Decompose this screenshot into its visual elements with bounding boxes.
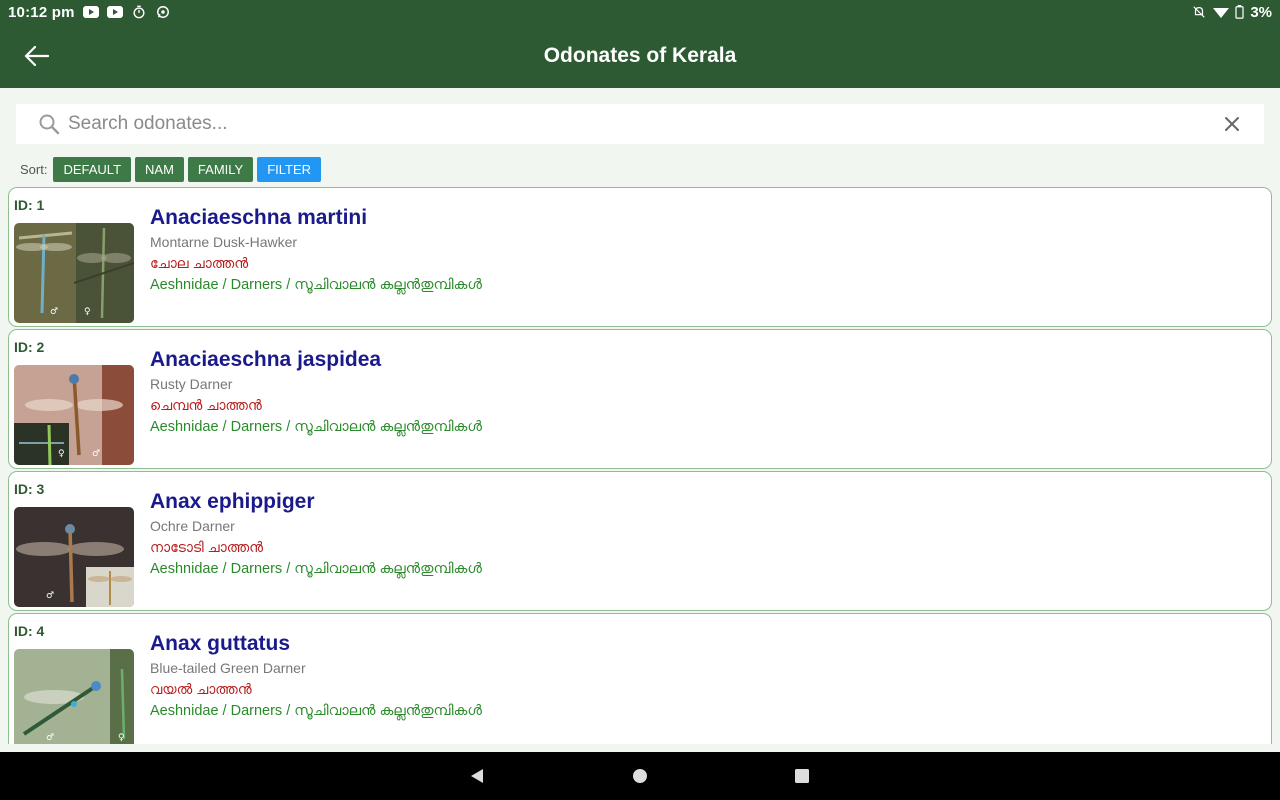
svg-text:♂: ♂ bbox=[46, 733, 54, 743]
youtube-icon bbox=[106, 6, 123, 18]
family-name: Aeshnidae / Darners / സൂചിവാലൻ കല്ലൻതുമ്… bbox=[150, 561, 482, 577]
whatsapp-icon bbox=[156, 6, 169, 18]
family-name: Aeshnidae / Darners / സൂചിവാലൻ കല്ലൻതുമ്… bbox=[150, 419, 482, 435]
back-button[interactable] bbox=[20, 42, 52, 70]
common-name: Blue-tailed Green Darner bbox=[150, 660, 306, 676]
species-id: ID: 3 bbox=[14, 481, 45, 497]
sort-label: Sort: bbox=[20, 162, 48, 177]
scientific-name: Anax ephippiger bbox=[150, 490, 315, 513]
nav-recents-button[interactable] bbox=[792, 766, 812, 786]
app-bar: Odonates of Kerala bbox=[0, 24, 1280, 88]
svg-text:♂: ♂ bbox=[92, 449, 100, 459]
family-name: Aeshnidae / Darners / സൂചിവാലൻ കല്ലൻതുമ്… bbox=[150, 703, 482, 719]
timer-icon bbox=[133, 5, 145, 19]
species-list[interactable]: ID: 1 ♂ ♀ Anaciaeschna martini Montarne … bbox=[8, 187, 1272, 744]
species-id: ID: 2 bbox=[14, 339, 45, 355]
svg-text:♀: ♀ bbox=[58, 449, 65, 459]
species-info: Anaciaeschna jaspidea Rusty Darner ചെമ്പ… bbox=[150, 346, 482, 437]
battery-icon bbox=[1235, 5, 1244, 19]
species-card[interactable]: ID: 4 ♂ ♀ Anax guttatus Blue-tailed Gree… bbox=[8, 613, 1272, 744]
malayalam-name: നാടോടി ചാത്തൻ bbox=[150, 539, 264, 555]
close-icon[interactable] bbox=[1222, 114, 1242, 134]
wifi-icon bbox=[1213, 8, 1230, 18]
scientific-name: Anaciaeschna martini bbox=[150, 206, 368, 229]
scientific-name: Anaciaeschna jaspidea bbox=[150, 348, 382, 371]
home-circle-icon bbox=[633, 769, 647, 783]
nav-back-button[interactable] bbox=[467, 766, 487, 786]
filter-button[interactable]: FILTER bbox=[257, 157, 322, 182]
species-id: ID: 4 bbox=[14, 623, 45, 639]
status-time: 10:12 pm bbox=[8, 3, 75, 21]
sort-family-button[interactable]: FAMILY bbox=[187, 157, 254, 182]
back-triangle-icon bbox=[471, 769, 483, 783]
search-icon bbox=[39, 114, 60, 135]
sort-row: Sort: DEFAULT NAM FAMILY FILTER bbox=[20, 157, 322, 182]
svg-text:♀: ♀ bbox=[118, 733, 125, 743]
arrow-left-icon bbox=[24, 45, 49, 67]
species-thumbnail: ♂ ♀ bbox=[14, 649, 134, 744]
svg-text:♂: ♂ bbox=[46, 591, 54, 601]
species-info: Anax ephippiger Ochre Darner നാടോടി ചാത്… bbox=[150, 488, 482, 579]
sort-name-button[interactable]: NAM bbox=[135, 157, 184, 182]
species-thumbnail: ♀ ♂ bbox=[14, 365, 134, 465]
common-name: Rusty Darner bbox=[150, 376, 233, 392]
sort-default-button[interactable]: DEFAULT bbox=[53, 157, 132, 182]
common-name: Montarne Dusk-Hawker bbox=[150, 234, 298, 250]
search-bar bbox=[16, 104, 1264, 144]
system-nav-bar bbox=[0, 752, 1280, 800]
species-card[interactable]: ID: 1 ♂ ♀ Anaciaeschna martini Montarne … bbox=[8, 187, 1272, 327]
youtube-icon bbox=[82, 6, 99, 18]
common-name: Ochre Darner bbox=[150, 518, 235, 534]
battery-level: 3% bbox=[1250, 3, 1272, 21]
family-name: Aeshnidae / Darners / സൂചിവാലൻ കല്ലൻതുമ്… bbox=[150, 277, 482, 293]
page-title: Odonates of Kerala bbox=[543, 44, 737, 67]
species-thumbnail: ♂ ♀ bbox=[14, 223, 134, 323]
nav-home-button[interactable] bbox=[630, 766, 650, 786]
notifications-off-icon bbox=[1193, 6, 1205, 18]
species-info: Anaciaeschna martini Montarne Dusk-Hawke… bbox=[150, 204, 482, 295]
malayalam-name: വയൽ ചാത്തൻ bbox=[150, 681, 252, 697]
search-input[interactable] bbox=[68, 113, 1222, 135]
svg-text:♂: ♂ bbox=[50, 307, 58, 317]
scientific-name: Anax guttatus bbox=[150, 632, 291, 655]
species-thumbnail: ♂ bbox=[14, 507, 134, 607]
species-card[interactable]: ID: 2 ♀ ♂ Anaciaeschna jaspidea Rusty Da… bbox=[8, 329, 1272, 469]
species-id: ID: 1 bbox=[14, 197, 45, 213]
status-bar: 10:12 pm 3% bbox=[0, 0, 1280, 24]
svg-text:♀: ♀ bbox=[84, 307, 91, 317]
malayalam-name: ചോല ചാത്തൻ bbox=[150, 255, 249, 271]
species-card[interactable]: ID: 3 ♂ Anax ephippiger Ochre Darner നാട… bbox=[8, 471, 1272, 611]
species-info: Anax guttatus Blue-tailed Green Darner വ… bbox=[150, 630, 482, 721]
recents-square-icon bbox=[795, 769, 809, 783]
malayalam-name: ചെമ്പൻ ചാത്തൻ bbox=[150, 397, 262, 413]
